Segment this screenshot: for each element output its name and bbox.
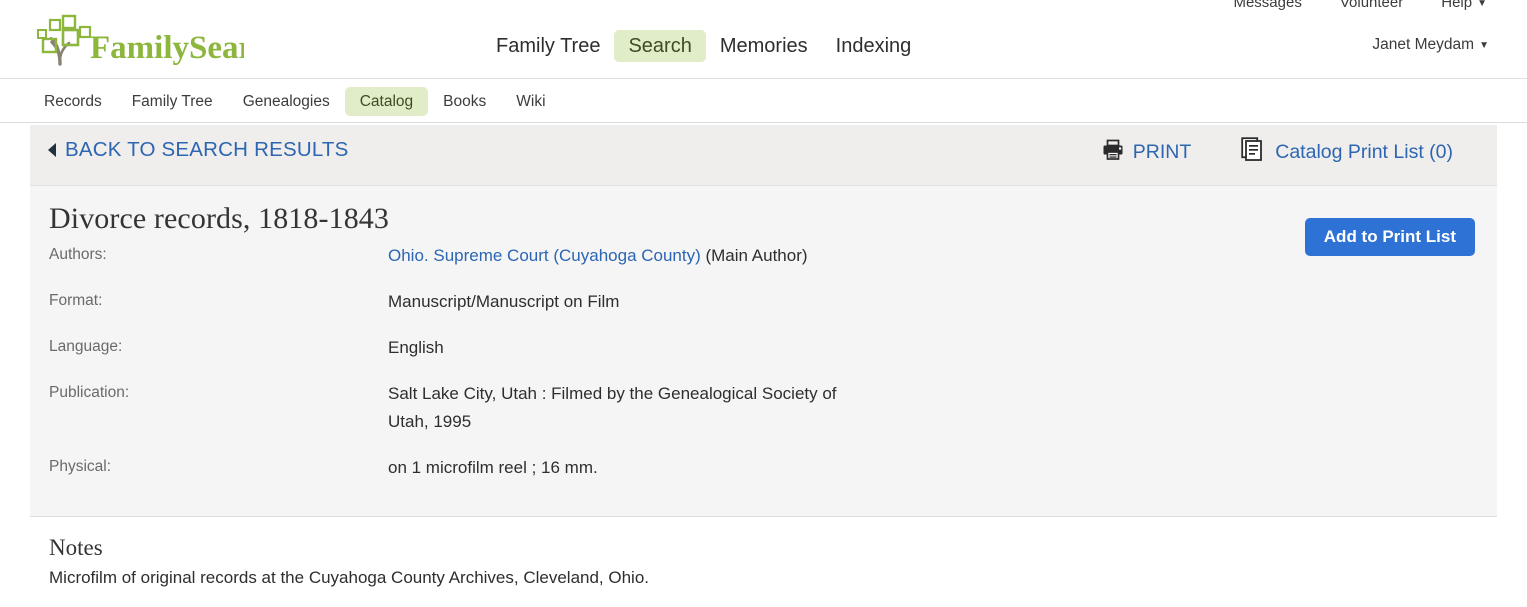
print-label: PRINT xyxy=(1132,140,1192,163)
nav-item-label: Family Tree xyxy=(496,35,601,57)
account-menu[interactable]: Janet Meydam ▼ xyxy=(1372,36,1489,54)
subnav-item-wiki[interactable]: Wiki xyxy=(501,87,560,116)
print-button[interactable]: PRINT xyxy=(1102,139,1192,165)
subnav-item-records[interactable]: Records xyxy=(30,87,117,116)
nav-item-search[interactable]: Search xyxy=(614,30,706,62)
nav-item-family-tree[interactable]: Family Tree xyxy=(482,30,614,62)
notes-heading: Notes xyxy=(49,535,103,560)
record-detail-panel: Divorce records, 1818-1843 Authors: Ohio… xyxy=(30,186,1497,517)
utility-item-volunteer[interactable]: Volunteer xyxy=(1340,0,1403,11)
subnav-item-genealogies[interactable]: Genealogies xyxy=(228,87,345,116)
utility-item-messages[interactable]: Messages xyxy=(1233,0,1301,11)
chevron-down-icon: ▼ xyxy=(1479,40,1489,51)
secondary-navigation: Records Family Tree Genealogies Catalog … xyxy=(0,79,1527,123)
back-to-search-results-link[interactable]: BACK TO SEARCH RESULTS xyxy=(48,138,349,162)
metadata-label: Publication: xyxy=(49,384,130,401)
metadata-label: Physical: xyxy=(49,458,112,475)
subnav-item-label: Genealogies xyxy=(242,93,330,110)
utility-item-help[interactable]: Help ▼ xyxy=(1441,0,1487,11)
metadata-row-language: Language: English xyxy=(49,334,1249,362)
catalog-print-list-label: Catalog Print List (0) xyxy=(1275,140,1453,163)
metadata-row-publication: Publication: Salt Lake City, Utah : Film… xyxy=(49,380,1249,436)
subnav-item-label: Catalog xyxy=(359,93,414,110)
subnav-item-books[interactable]: Books xyxy=(428,87,501,116)
page-title: Divorce records, 1818-1843 xyxy=(49,202,389,235)
chevron-down-icon: ▼ xyxy=(1477,0,1487,9)
subnav-item-label: Family Tree xyxy=(131,93,213,110)
utility-item-help-label: Help xyxy=(1441,0,1473,11)
nav-item-memories[interactable]: Memories xyxy=(706,30,822,62)
catalog-print-list-button[interactable]: Catalog Print List (0) xyxy=(1241,137,1453,167)
back-link-label: BACK TO SEARCH RESULTS xyxy=(65,138,349,161)
nav-item-label: Indexing xyxy=(835,35,912,57)
subnav-item-label: Wiki xyxy=(516,93,546,110)
subnav-item-family-tree[interactable]: Family Tree xyxy=(117,87,228,116)
nav-item-indexing[interactable]: Indexing xyxy=(822,30,926,62)
nav-item-label: Memories xyxy=(719,35,808,57)
print-controls: PRINT Catalog Print List (0) xyxy=(1102,137,1453,167)
author-link[interactable]: Ohio. Supreme Court (Cuyahoga County) xyxy=(388,246,701,265)
metadata-label: Language: xyxy=(49,338,123,355)
arrow-left-icon xyxy=(48,143,56,157)
metadata-label: Format: xyxy=(49,292,103,309)
account-name: Janet Meydam xyxy=(1372,36,1475,53)
subnav-item-label: Books xyxy=(443,93,487,110)
subnav-item-label: Records xyxy=(44,93,102,110)
metadata-label: Authors: xyxy=(49,246,107,263)
familysearch-logo[interactable]: FamilySearch xyxy=(30,8,290,66)
metadata-row-physical: Physical: on 1 microfilm reel ; 16 mm. xyxy=(49,454,1249,482)
metadata-value: English xyxy=(388,338,444,357)
documents-stack-icon xyxy=(1241,137,1266,167)
record-metadata-list: Authors: Ohio. Supreme Court (Cuyahoga C… xyxy=(49,242,1249,500)
add-to-print-list-button[interactable]: Add to Print List xyxy=(1304,218,1475,256)
notes-section: Notes Microfilm of original records at t… xyxy=(49,534,1349,591)
metadata-value: Manuscript/Manuscript on Film xyxy=(388,292,620,311)
utility-bar: Messages Volunteer Help ▼ xyxy=(0,0,1527,14)
metadata-value: on 1 microfilm reel ; 16 mm. xyxy=(388,458,598,477)
main-navigation: Family Tree Search Memories Indexing xyxy=(482,30,925,62)
svg-text:FamilySearch: FamilySearch xyxy=(90,30,244,66)
metadata-row-authors: Authors: Ohio. Supreme Court (Cuyahoga C… xyxy=(49,242,1249,270)
author-role: (Main Author) xyxy=(700,246,808,265)
action-bar: BACK TO SEARCH RESULTS PRINT Catalog Pri… xyxy=(30,125,1497,186)
metadata-row-format: Format: Manuscript/Manuscript on Film xyxy=(49,288,1249,316)
metadata-value: Salt Lake City, Utah : Filmed by the Gen… xyxy=(388,384,837,431)
nav-item-label: Search xyxy=(628,35,692,57)
metadata-value: Ohio. Supreme Court (Cuyahoga County) (M… xyxy=(388,242,840,270)
subnav-item-catalog[interactable]: Catalog xyxy=(344,87,429,116)
printer-icon xyxy=(1102,139,1124,165)
notes-text: Microfilm of original records at the Cuy… xyxy=(49,568,650,587)
